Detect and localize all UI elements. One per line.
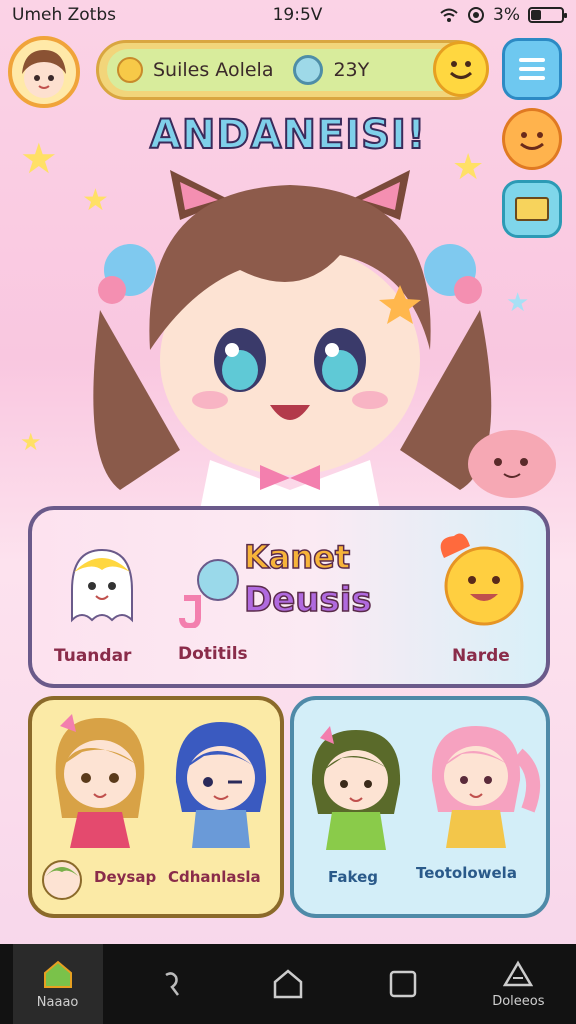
square-icon [389, 970, 417, 998]
smile-icon[interactable] [433, 41, 489, 97]
battery-percent: 3% [493, 5, 520, 25]
player-avatar[interactable] [8, 36, 80, 108]
nav-home[interactable]: Naaao [12, 944, 103, 1024]
triangle-icon [503, 960, 534, 986]
leaf-icon [293, 55, 324, 85]
mini-avatar-icon [42, 860, 82, 900]
coin-icon [117, 57, 143, 83]
blonde-girl-character[interactable] [42, 708, 158, 858]
status-bar: Umeh Zotbs 19:5V 3% [0, 0, 576, 30]
avatar-face-icon [22, 50, 66, 98]
nav-search[interactable] [128, 944, 218, 1024]
green-hair-character[interactable] [300, 718, 412, 858]
resource-count: 23Y [333, 59, 370, 81]
home-icon [43, 960, 72, 988]
nav-home-label: Naaao [36, 994, 79, 1010]
character-left-label-2: Cdhanlasla [168, 868, 261, 886]
featured-item-3-label: Narde [452, 646, 510, 666]
menu-button[interactable] [502, 38, 562, 100]
carrier-text: Umeh Zotbs [12, 5, 117, 25]
featured-item-2-label: Dotitils [178, 644, 248, 664]
character-right-label-2: Teotolowela [416, 864, 517, 882]
featured-item-1-label: Tuandar [54, 646, 132, 666]
nav-square[interactable] [358, 944, 448, 1024]
featured-title-1: Kanet [243, 537, 351, 577]
battery-icon [528, 7, 567, 23]
character-panel-right[interactable]: Fakeg Teotolowela [290, 696, 550, 918]
nav-house[interactable] [243, 944, 333, 1024]
character-panel-left[interactable]: Deysap Cdhanlasla [28, 696, 284, 918]
nav-more-label: Doleeos [492, 993, 545, 1009]
signal-icon [468, 7, 485, 23]
ghost-character[interactable] [52, 540, 152, 640]
pink-hair-character[interactable] [418, 714, 542, 858]
character-right-label-1: Fakeg [328, 868, 378, 886]
resource-bar: Suiles Aolela 23Y [96, 40, 489, 100]
lollipop-icon [179, 559, 239, 628]
character-left-label-1: Deysap [94, 868, 157, 886]
status-icons: 3% [439, 5, 567, 25]
star-icon: ★ [20, 428, 42, 456]
clock: 19:5V [272, 5, 323, 25]
search-icon [165, 972, 179, 996]
menu-icon [519, 58, 545, 62]
resource-label: Suiles Aolela [153, 59, 274, 81]
bottom-navigation: Naaao Doleeos [0, 944, 576, 1024]
house-icon [273, 969, 303, 999]
wifi-icon [440, 8, 458, 22]
blue-hair-character[interactable] [164, 712, 278, 858]
nav-more[interactable]: Doleeos [473, 944, 563, 1024]
pink-mascot [468, 430, 556, 498]
featured-panel[interactable]: Kanet Deusis Tuandar Dotitils Narde [28, 506, 550, 688]
sun-character[interactable] [424, 528, 534, 632]
featured-title-2: Deusis [243, 579, 372, 621]
game-title: ANDANEISI! [149, 111, 427, 159]
